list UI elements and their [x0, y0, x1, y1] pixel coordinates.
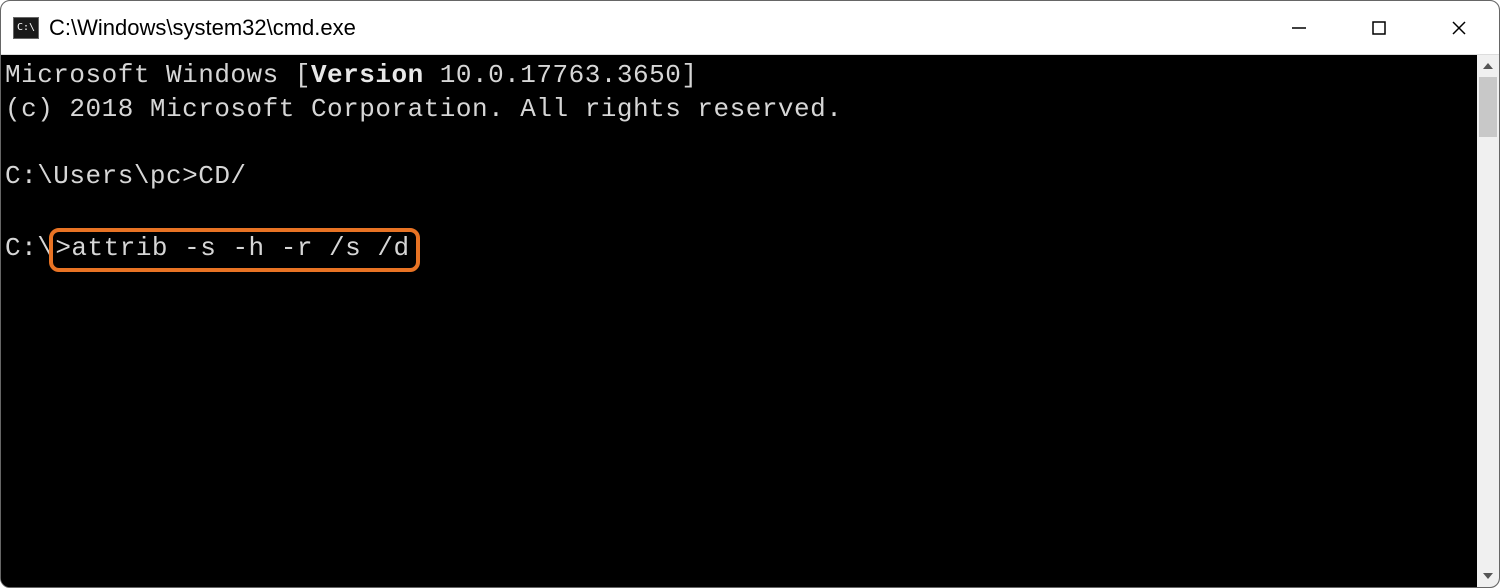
prompt-attrib-prefix: C:\	[5, 233, 53, 263]
maximize-icon	[1370, 19, 1388, 37]
window-title: C:\Windows\system32\cmd.exe	[49, 15, 1259, 41]
scroll-track[interactable]	[1477, 77, 1499, 565]
maximize-button[interactable]	[1339, 1, 1419, 54]
banner-line-1-post: 10.0.17763.3650]	[424, 60, 698, 90]
cmd-icon: C:\	[13, 17, 39, 39]
banner-version-word: Version	[311, 60, 424, 90]
scroll-thumb[interactable]	[1479, 77, 1497, 137]
scroll-up-arrow-icon[interactable]	[1477, 55, 1499, 77]
window-controls	[1259, 1, 1499, 54]
terminal-output[interactable]: Microsoft Windows [Version 10.0.17763.36…	[1, 55, 1477, 587]
highlighted-command: >attrib -s -h -r /s /d	[49, 228, 419, 272]
titlebar[interactable]: C:\ C:\Windows\system32\cmd.exe	[1, 1, 1499, 55]
cmd-window: C:\ C:\Windows\system32\cmd.exe Microsof…	[0, 0, 1500, 588]
minimize-icon	[1290, 19, 1308, 37]
close-icon	[1450, 19, 1468, 37]
banner-line-1-pre: Microsoft Windows [	[5, 60, 311, 90]
vertical-scrollbar[interactable]	[1477, 55, 1499, 587]
banner-line-2: (c) 2018 Microsoft Corporation. All righ…	[5, 94, 842, 124]
minimize-button[interactable]	[1259, 1, 1339, 54]
close-button[interactable]	[1419, 1, 1499, 54]
prompt-cd-line: C:\Users\pc>CD/	[5, 161, 247, 191]
scroll-down-arrow-icon[interactable]	[1477, 565, 1499, 587]
window-body: Microsoft Windows [Version 10.0.17763.36…	[1, 55, 1499, 587]
